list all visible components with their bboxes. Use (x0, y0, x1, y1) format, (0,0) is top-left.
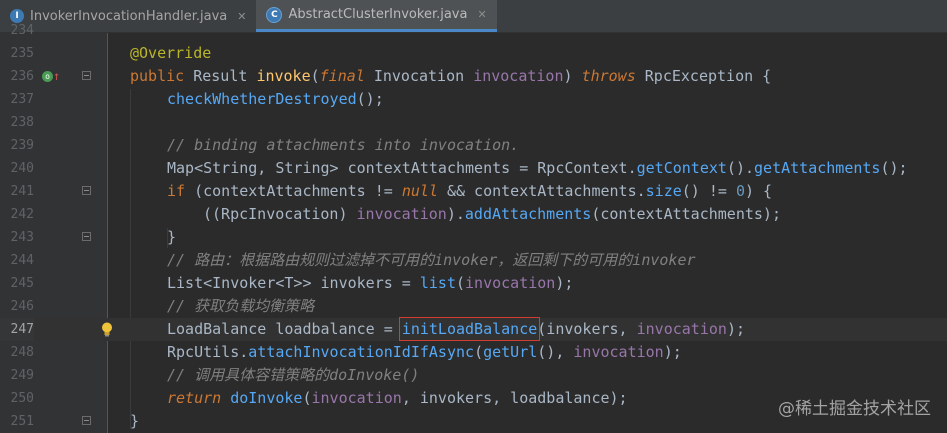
watermark: @稀土掘金技术社区 (778, 399, 931, 419)
line-number: 244 (10, 253, 34, 268)
code-line: 243 } (0, 226, 947, 249)
code-line: 235 @Override (0, 42, 947, 65)
comment: // binding attachments into invocation. (167, 136, 520, 154)
statement: Map<String, String> contextAttachments =… (167, 159, 908, 177)
statement: LoadBalance loadbalance = initLoadBalanc… (167, 317, 745, 341)
method-signature: public Result invoke(final Invocation in… (130, 67, 772, 85)
code-line: 249 // 调用具体容错策略的doInvoke() (0, 364, 947, 387)
code-line: 240 Map<String, String> contextAttachmen… (0, 157, 947, 180)
line-number: 247 (0, 318, 34, 341)
line-number: 243 (10, 230, 34, 245)
fold-toggle-icon[interactable] (82, 186, 91, 195)
code-line: 245 List<Invoker<T>> invokers = list(inv… (0, 272, 947, 295)
statement: return doInvoke(invocation, invokers, lo… (167, 389, 628, 407)
current-code-line: 247 LoadBalance loadbalance = initLoadBa… (0, 317, 947, 341)
fold-toggle-icon[interactable] (82, 232, 91, 241)
code-line: 242 ((RpcInvocation) invocation).addAtta… (0, 203, 947, 226)
line-number: 238 (10, 115, 34, 130)
line-number: 248 (10, 345, 34, 360)
highlighted-method-call[interactable]: initLoadBalance (398, 317, 541, 341)
code-line: 248 RpcUtils.attachInvocationIdIfAsync(g… (0, 341, 947, 364)
comment: // 获取负载均衡策略 (167, 297, 315, 315)
code-line: 239 // binding attachments into invocati… (0, 134, 947, 157)
line-number: 241 (10, 184, 34, 199)
code-line: 241 if (contextAttachments != null && co… (0, 180, 947, 203)
implements-arrow-icon[interactable]: ↑ (53, 65, 60, 88)
comment: // 调用具体容错策略的doInvoke() (167, 366, 420, 384)
override-annotation: @Override (130, 44, 212, 62)
closing-brace: } (130, 412, 140, 430)
code-line: 238 (0, 111, 947, 134)
code-line: 234 (0, 19, 947, 42)
code-line: 236 o ↑ public Result invoke(final Invoc… (0, 65, 947, 88)
code-line: 237 checkWhetherDestroyed(); (0, 88, 947, 111)
comment: // 路由：根据路由规则过滤掉不可用的invoker，返回剩下的可用的invok… (167, 251, 696, 269)
line-number: 239 (10, 138, 34, 153)
code-editor[interactable]: 234 235 @Override 236 o ↑ public Result … (0, 23, 947, 433)
line-number: 234 (10, 23, 34, 38)
code-line: 244 // 路由：根据路由规则过滤掉不可用的invoker，返回剩下的可用的i… (0, 249, 947, 272)
statement: List<Invoker<T>> invokers = list(invocat… (167, 274, 574, 292)
line-number: 246 (10, 299, 34, 314)
statement: if (contextAttachments != null && contex… (167, 182, 773, 200)
statement: checkWhetherDestroyed(); (167, 90, 384, 108)
line-number: 237 (10, 92, 34, 107)
line-number: 240 (10, 161, 34, 176)
line-number: 250 (10, 391, 34, 406)
line-number: 251 (10, 414, 34, 429)
line-number: 249 (10, 368, 34, 383)
line-number: 245 (10, 276, 34, 291)
override-gutter-icon[interactable]: o (42, 71, 53, 82)
statement: ((RpcInvocation) invocation).addAttachme… (203, 205, 781, 223)
line-number: 235 (10, 46, 34, 61)
lightbulb-icon[interactable] (101, 322, 113, 337)
line-number: 236 (10, 69, 34, 84)
closing-brace: } (167, 228, 177, 246)
statement: RpcUtils.attachInvocationIdIfAsync(getUr… (167, 343, 682, 361)
fold-toggle-icon[interactable] (82, 416, 91, 425)
fold-toggle-icon[interactable] (82, 71, 91, 80)
line-number: 242 (10, 207, 34, 222)
code-line: 246 // 获取负载均衡策略 (0, 295, 947, 318)
